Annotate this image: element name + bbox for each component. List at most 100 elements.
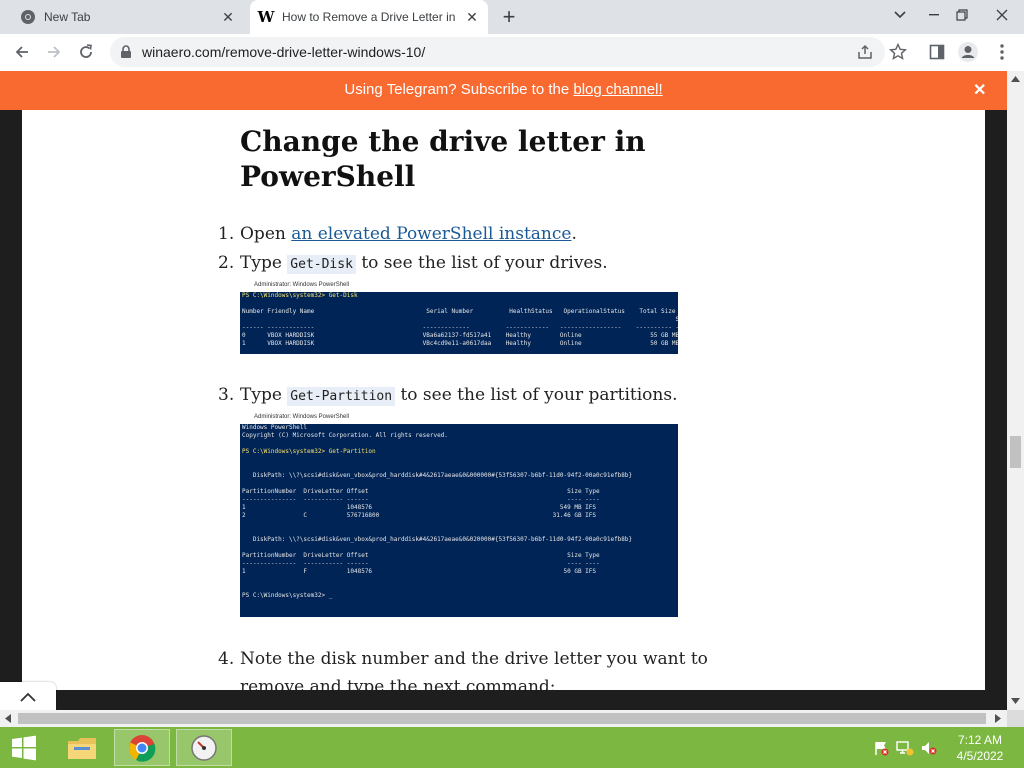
scroll-up-arrow-icon[interactable] — [1011, 76, 1020, 82]
terminal-line: Number Friendly Name Serial Number Healt… — [242, 308, 678, 315]
terminal-line: 2 C 576716800 31.46 GB IFS — [242, 512, 597, 519]
chrome-taskbar-button[interactable] — [114, 729, 170, 766]
network-icon[interactable] — [894, 729, 916, 766]
volume-muted-icon[interactable] — [918, 729, 940, 766]
banner-close-icon[interactable]: ✕ — [973, 80, 986, 100]
file-explorer-button[interactable] — [54, 729, 110, 766]
step-1: 1. Open an elevated PowerShell instance. — [218, 224, 577, 244]
new-tab-button[interactable]: + — [498, 6, 520, 29]
clock-time: 7:12 AM — [957, 733, 1003, 747]
step-text: Type — [240, 253, 288, 273]
vertical-scrollbar[interactable] — [1007, 71, 1024, 710]
terminal-line: 1 F 1048576 50 GB IFS — [242, 568, 597, 575]
restore-button[interactable] — [944, 0, 980, 30]
tab-winaero[interactable]: W How to Remove a Drive Letter in ✕ — [250, 0, 488, 34]
banner-message: Using Telegram? Subscribe to the blog ch… — [0, 81, 1007, 98]
step-text: . — [571, 224, 577, 244]
terminal-line: Windows PowerShell — [242, 424, 308, 431]
terminal-line: --------------- ----------- ------ ---- … — [242, 560, 600, 567]
step-text: Open — [240, 224, 292, 244]
code-get-partition: Get-Partition — [287, 387, 396, 406]
horizontal-scroll-thumb[interactable] — [18, 713, 986, 724]
step-2: 2. Type Get-Disk to see the list of your… — [218, 253, 608, 274]
share-icon[interactable] — [856, 43, 874, 66]
tab-search-icon[interactable] — [882, 0, 918, 30]
menu-kebab-icon[interactable] — [990, 40, 1014, 64]
profile-avatar-icon[interactable] — [956, 40, 980, 64]
blog-channel-link[interactable]: blog channel! — [573, 81, 662, 98]
close-window-button[interactable] — [980, 0, 1024, 30]
step-text: to see the list of your partitions. — [395, 385, 678, 405]
chrome-icon — [129, 734, 156, 762]
system-clock[interactable]: 7:12 AM 4/5/2022 — [948, 732, 1012, 764]
terminal-line: Style — [242, 316, 678, 323]
forward-arrow-icon — [48, 46, 61, 58]
forward-button[interactable] — [40, 38, 68, 66]
reload-icon — [80, 44, 92, 58]
powershell-get-disk-screenshot: Administrator: Windows PowerShell PS C:\… — [240, 278, 678, 354]
close-tab-icon[interactable]: ✕ — [462, 7, 482, 27]
back-arrow-icon — [15, 46, 28, 58]
terminal-line: PartitionNumber DriveLetter Offset Size … — [242, 552, 600, 559]
step-text: Note the disk number and the drive lette… — [240, 649, 708, 669]
start-button[interactable] — [0, 729, 48, 766]
article-page: Change the drive letter in PowerShell 1.… — [22, 110, 985, 697]
tab-title: How to Remove a Drive Letter in — [282, 10, 456, 24]
side-panel-icon[interactable] — [925, 40, 949, 64]
terminal-line: DiskPath: \\?\scsi#disk&ven_vbox&prod_ha… — [242, 472, 633, 479]
step-number: 1. — [218, 224, 235, 244]
clock-date: 4/5/2022 — [956, 749, 1004, 763]
step-text: to see the list of your drives. — [355, 253, 608, 273]
back-button[interactable] — [8, 38, 36, 66]
terminal-line: 1 1048576 549 MB IFS — [242, 504, 597, 511]
terminal-line: 0 VBOX HARDDISK VBa6a62137-fd517a41 Heal… — [242, 332, 678, 339]
terminal-line: DiskPath: \\?\scsi#disk&ven_vbox&prod_ha… — [242, 536, 633, 543]
windows-logo-icon — [12, 735, 36, 760]
screenshot-titlebar: Administrator: Windows PowerShell — [240, 278, 678, 292]
tab-title: New Tab — [44, 10, 91, 24]
page-viewport: Change the drive letter in PowerShell 1.… — [0, 110, 1007, 710]
action-center-flag-icon[interactable] — [870, 729, 892, 766]
browser-toolbar: winaero.com/remove-drive-letter-windows-… — [0, 34, 1024, 71]
scrollbar-corner — [1007, 710, 1024, 727]
scroll-down-arrow-icon[interactable] — [1011, 698, 1020, 704]
step-number: 3. — [218, 385, 235, 405]
scroll-right-arrow-icon[interactable] — [995, 714, 1001, 723]
terminal-line: --------------- ----------- ------ ---- … — [242, 496, 600, 503]
close-tab-icon[interactable]: ✕ — [218, 7, 238, 27]
url-text: winaero.com/remove-drive-letter-windows-… — [142, 44, 426, 60]
vertical-scroll-thumb[interactable] — [1010, 436, 1021, 468]
terminal-line: PS C:\Windows\system32> Get-Partition — [242, 448, 376, 455]
scroll-to-top-button[interactable] — [0, 682, 56, 712]
terminal-line: PartitionNumber DriveLetter Offset Size … — [242, 488, 600, 495]
page-footer-bar — [0, 690, 1007, 710]
chrome-icon — [20, 9, 36, 25]
tab-strip: New Tab ✕ W How to Remove a Drive Letter… — [0, 0, 1024, 34]
terminal-line: ------ ------------- ------------- -----… — [242, 324, 678, 331]
scroll-left-arrow-icon[interactable] — [5, 714, 11, 723]
banner-text: Using Telegram? Subscribe to the — [344, 81, 574, 98]
horizontal-scrollbar[interactable] — [0, 710, 1007, 727]
windows-taskbar: 7:12 AM 4/5/2022 — [0, 727, 1024, 768]
app-taskbar-button[interactable] — [176, 729, 232, 766]
elevated-powershell-link[interactable]: an elevated PowerShell instance — [291, 224, 571, 244]
terminal-output: PS C:\Windows\system32> Get-Disk Number … — [242, 292, 678, 354]
lock-icon[interactable] — [120, 45, 132, 64]
screenshot-titlebar: Administrator: Windows PowerShell — [240, 410, 678, 424]
address-bar[interactable]: winaero.com/remove-drive-letter-windows-… — [110, 37, 885, 67]
terminal-output: Windows PowerShell Copyright (C) Microsof… — [242, 424, 632, 600]
reload-button[interactable] — [72, 38, 100, 66]
gauge-app-icon — [191, 734, 217, 761]
bookmark-star-icon[interactable] — [886, 40, 910, 64]
chevron-up-icon — [20, 692, 36, 702]
tab-new-tab[interactable]: New Tab ✕ — [8, 0, 244, 34]
terminal-line: 1 VBOX HARDDISK VBc4cd9e11-a0617daa Heal… — [242, 340, 678, 347]
section-heading: Change the drive letter in PowerShell — [240, 125, 646, 193]
